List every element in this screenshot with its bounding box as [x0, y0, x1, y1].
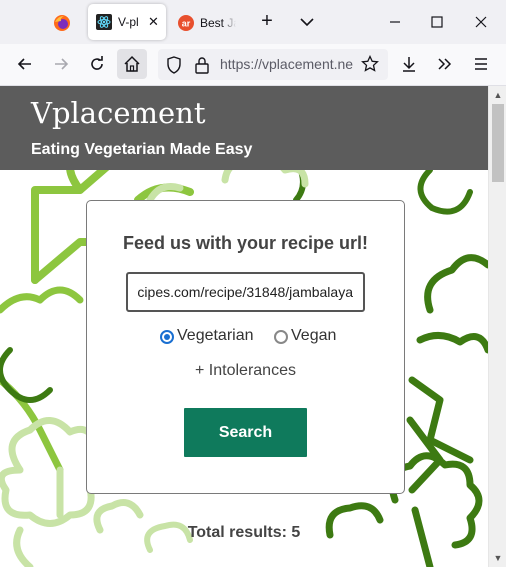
url-text[interactable]: https://vplacement.ne — [220, 56, 354, 72]
minimize-button[interactable] — [374, 0, 416, 44]
close-icon — [475, 16, 487, 28]
downloads-button[interactable] — [394, 49, 424, 79]
bookmark-star-icon[interactable] — [361, 55, 379, 73]
forward-arrow-icon — [55, 58, 69, 70]
vegan-label[interactable]: Vegan — [291, 327, 336, 345]
download-icon — [403, 57, 415, 72]
intolerances-toggle[interactable]: + Intolerances — [87, 362, 404, 380]
maximize-icon — [431, 16, 443, 28]
close-window-button[interactable] — [460, 0, 502, 44]
vegetarian-label[interactable]: Vegetarian — [177, 327, 254, 345]
allrecipes-icon: ar — [178, 15, 194, 31]
lock-icon[interactable] — [194, 56, 210, 74]
overflow-menu-button[interactable] — [430, 49, 460, 79]
search-button[interactable]: Search — [184, 408, 307, 457]
maximize-button[interactable] — [416, 0, 458, 44]
navigation-toolbar: https://vplacement.ne — [0, 44, 506, 86]
back-arrow-icon — [17, 58, 31, 70]
reload-icon — [91, 56, 103, 70]
recipe-search-card: Feed us with your recipe url! Vegetarian… — [86, 200, 405, 494]
reload-button[interactable] — [82, 49, 112, 79]
vegetarian-radio[interactable] — [160, 330, 174, 344]
close-tab-icon[interactable]: ✕ — [148, 14, 159, 30]
tab-vplacement[interactable]: V-pl ✕ — [88, 4, 166, 40]
react-atom-icon — [96, 14, 112, 30]
page-viewport: Vplacement Eating Vegetarian Made Easy F… — [0, 86, 488, 567]
page-scrollbar[interactable]: ▲ ▼ — [488, 86, 506, 567]
tab-title: V-pl — [118, 15, 139, 29]
tab-best-jambalaya[interactable]: ar Best Ja — [172, 6, 240, 40]
scrollbar-thumb[interactable] — [492, 104, 504, 182]
total-results: Total results: 5 — [187, 524, 301, 541]
tab-title: Best Ja — [200, 16, 236, 30]
new-tab-button[interactable]: + — [256, 10, 278, 34]
home-button[interactable] — [117, 49, 147, 79]
scroll-up-arrow-icon[interactable]: ▲ — [492, 89, 504, 101]
site-tagline: Eating Vegetarian Made Easy — [31, 141, 253, 158]
svg-text:ar: ar — [182, 19, 191, 29]
firefox-icon — [54, 15, 70, 31]
card-heading: Feed us with your recipe url! — [122, 233, 369, 253]
vegan-radio[interactable] — [274, 330, 288, 344]
diet-options: Vegetarian Vegan — [87, 327, 404, 349]
chevron-down-icon — [300, 18, 314, 27]
tab-strip: V-pl ✕ ar Best Ja + — [0, 0, 506, 44]
double-chevron-icon — [438, 58, 452, 70]
hamburger-menu-icon — [475, 58, 487, 70]
list-all-tabs-button[interactable] — [296, 12, 318, 32]
home-icon — [124, 55, 140, 72]
app-menu-button[interactable] — [466, 49, 496, 79]
firefox-view-tab[interactable] — [40, 6, 84, 40]
site-header: Vplacement Eating Vegetarian Made Easy — [0, 86, 488, 170]
address-bar[interactable]: https://vplacement.ne — [158, 49, 388, 80]
recipe-url-input[interactable] — [126, 272, 365, 312]
back-button[interactable] — [10, 49, 40, 79]
forward-button[interactable] — [46, 49, 76, 79]
site-title: Vplacement — [31, 96, 206, 130]
scroll-down-arrow-icon[interactable]: ▼ — [492, 552, 504, 564]
shield-icon[interactable] — [166, 56, 182, 74]
minimize-icon — [390, 21, 400, 23]
